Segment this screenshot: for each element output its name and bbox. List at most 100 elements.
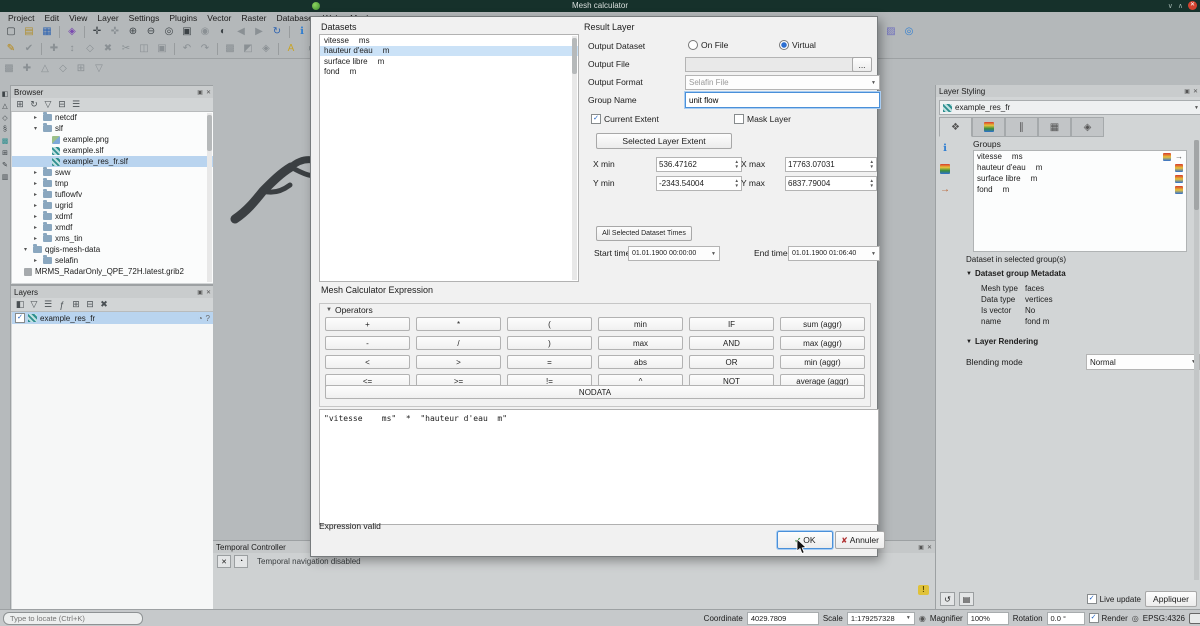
x-min-spinbox[interactable]: 536.47162 bbox=[656, 157, 742, 172]
all-selected-dataset-times-button[interactable]: All Selected Dataset Times bbox=[596, 226, 692, 241]
cut-features-icon[interactable] bbox=[118, 41, 134, 56]
zoom-full-icon[interactable] bbox=[179, 24, 195, 39]
tab-3d-view[interactable] bbox=[1038, 117, 1071, 137]
mesh-selection-icon[interactable] bbox=[240, 41, 256, 56]
open-layer-styling-icon[interactable] bbox=[14, 299, 26, 310]
menu-plugins[interactable]: Plugins bbox=[164, 13, 202, 23]
mesh-edit-icon[interactable] bbox=[1, 61, 17, 76]
collapse-icon[interactable] bbox=[326, 307, 332, 313]
georeferencer-panel-icon[interactable] bbox=[2, 149, 8, 157]
redo-icon[interactable] bbox=[197, 41, 213, 56]
messages-icon[interactable] bbox=[1189, 613, 1200, 624]
collapse-icon[interactable] bbox=[34, 125, 40, 132]
metasearch-icon[interactable] bbox=[901, 24, 917, 39]
open-project-icon[interactable] bbox=[21, 24, 37, 39]
mesh-add-vertex-icon[interactable] bbox=[19, 61, 35, 76]
operator-button[interactable]: ) bbox=[507, 336, 592, 350]
browser-properties-icon[interactable] bbox=[70, 99, 82, 110]
operator-button[interactable]: max (aggr) bbox=[780, 336, 865, 350]
browser-scrollbar[interactable] bbox=[207, 113, 212, 282]
blending-mode-select[interactable]: Normal bbox=[1086, 354, 1200, 370]
layer-indicator-icon[interactable] bbox=[206, 314, 210, 323]
close-panel-icon[interactable] bbox=[927, 544, 932, 551]
expand-icon[interactable] bbox=[34, 202, 40, 209]
spin-down-icon[interactable] bbox=[735, 165, 739, 170]
operator-button[interactable]: < bbox=[325, 355, 410, 369]
selected-layer-extent-button[interactable]: Selected Layer Extent bbox=[596, 133, 732, 149]
menu-vector[interactable]: Vector bbox=[202, 13, 236, 23]
group-name-input[interactable] bbox=[685, 92, 880, 108]
operator-button[interactable]: = bbox=[507, 355, 592, 369]
browser-tree[interactable]: netcdf slf example.png example.slf examp… bbox=[12, 112, 213, 283]
browser-item[interactable]: tuflowfv bbox=[12, 189, 213, 200]
start-time-select[interactable]: 01.01.1900 00:00:00 bbox=[628, 246, 720, 261]
mesh-transform-icon[interactable] bbox=[258, 41, 274, 56]
operator-button[interactable]: - bbox=[325, 336, 410, 350]
y-max-spinbox[interactable]: 6837.79004 bbox=[785, 176, 877, 191]
browser-item[interactable]: xmdf bbox=[12, 222, 213, 233]
refresh-browser-icon[interactable] bbox=[28, 99, 40, 110]
zoom-out-icon[interactable] bbox=[143, 24, 159, 39]
operator-button[interactable]: sum (aggr) bbox=[780, 317, 865, 331]
spin-down-icon[interactable] bbox=[735, 184, 739, 189]
vectors-icon[interactable] bbox=[940, 184, 950, 195]
operator-button[interactable]: > bbox=[416, 355, 501, 369]
browser-item[interactable]: example.png bbox=[12, 134, 213, 145]
move-feature-icon[interactable] bbox=[64, 41, 80, 56]
delete-selected-icon[interactable] bbox=[100, 41, 116, 56]
scripts-icon[interactable] bbox=[2, 161, 8, 169]
operator-button[interactable]: abs bbox=[598, 355, 683, 369]
scale-select[interactable]: 1:179257328 bbox=[847, 612, 915, 625]
spin-down-icon[interactable] bbox=[870, 184, 874, 189]
operator-button[interactable]: IF bbox=[689, 317, 774, 331]
expand-icon[interactable] bbox=[34, 191, 40, 198]
browser-item[interactable]: xms_tin bbox=[12, 233, 213, 244]
datasets-list[interactable]: vitessems hauteur d'eaum surface librem … bbox=[319, 34, 579, 282]
spin-down-icon[interactable] bbox=[870, 165, 874, 170]
close-icon[interactable]: ✕ bbox=[1188, 1, 1197, 10]
styling-panel-header[interactable]: Layer Styling bbox=[936, 85, 1200, 97]
layer-temporal-indicator-icon[interactable] bbox=[198, 314, 203, 323]
operator-button[interactable]: * bbox=[416, 317, 501, 331]
virtual-radio[interactable]: Virtual bbox=[779, 40, 816, 50]
browser-item[interactable]: qgis-mesh-data bbox=[12, 244, 213, 255]
tab-metadata[interactable] bbox=[1071, 117, 1104, 137]
zoom-to-layer-icon[interactable] bbox=[215, 24, 231, 39]
browse-output-file-button[interactable]: ... bbox=[852, 57, 872, 72]
browser-item[interactable]: xdmf bbox=[12, 211, 213, 222]
vector-toggle-icon[interactable] bbox=[1175, 152, 1183, 161]
temporal-off-button[interactable] bbox=[217, 555, 231, 568]
pan-to-selection-icon[interactable] bbox=[107, 24, 123, 39]
add-selected-layers-icon[interactable] bbox=[14, 99, 26, 110]
collapse-icon[interactable] bbox=[24, 246, 30, 253]
float-panel-icon[interactable] bbox=[197, 289, 203, 296]
dataset-row[interactable]: fondm bbox=[320, 67, 578, 78]
expand-icon[interactable] bbox=[34, 169, 40, 176]
mask-layer-checkbox[interactable]: Mask Layer bbox=[734, 114, 791, 124]
pan-map-icon[interactable] bbox=[89, 24, 105, 39]
styling-scrollbar[interactable] bbox=[1194, 140, 1199, 580]
collapse-icon[interactable] bbox=[966, 339, 972, 345]
contour-toggle-icon[interactable] bbox=[1175, 175, 1183, 183]
rendering-section-header[interactable]: Layer Rendering bbox=[966, 337, 1038, 346]
locator-input[interactable] bbox=[3, 612, 143, 625]
add-feature-icon[interactable] bbox=[46, 41, 62, 56]
tab-mesh-frame[interactable] bbox=[1005, 117, 1038, 137]
expand-icon[interactable] bbox=[34, 180, 40, 187]
browser-item[interactable]: slf bbox=[12, 123, 213, 134]
coordinate-value[interactable]: 4029.7809 bbox=[747, 612, 819, 625]
layers-panel-header[interactable]: Layers bbox=[11, 286, 214, 298]
expand-icon[interactable] bbox=[34, 224, 40, 231]
output-format-select[interactable]: Selafin File bbox=[685, 75, 880, 90]
collapse-all-icon[interactable] bbox=[56, 99, 68, 110]
contour-toggle-icon[interactable] bbox=[1175, 186, 1183, 194]
browser-panel-header[interactable]: Browser bbox=[11, 86, 214, 98]
group-row[interactable]: fond m bbox=[974, 184, 1186, 195]
on-file-radio[interactable]: On File bbox=[688, 40, 728, 50]
contour-toggle-icon[interactable] bbox=[1175, 164, 1183, 172]
menu-project[interactable]: Project bbox=[3, 13, 39, 23]
style-manager-icon[interactable] bbox=[64, 24, 80, 39]
mesh-digitizing-icon[interactable] bbox=[222, 41, 238, 56]
temporal-fixed-range-button[interactable] bbox=[234, 555, 248, 568]
contours-icon[interactable] bbox=[940, 164, 950, 174]
